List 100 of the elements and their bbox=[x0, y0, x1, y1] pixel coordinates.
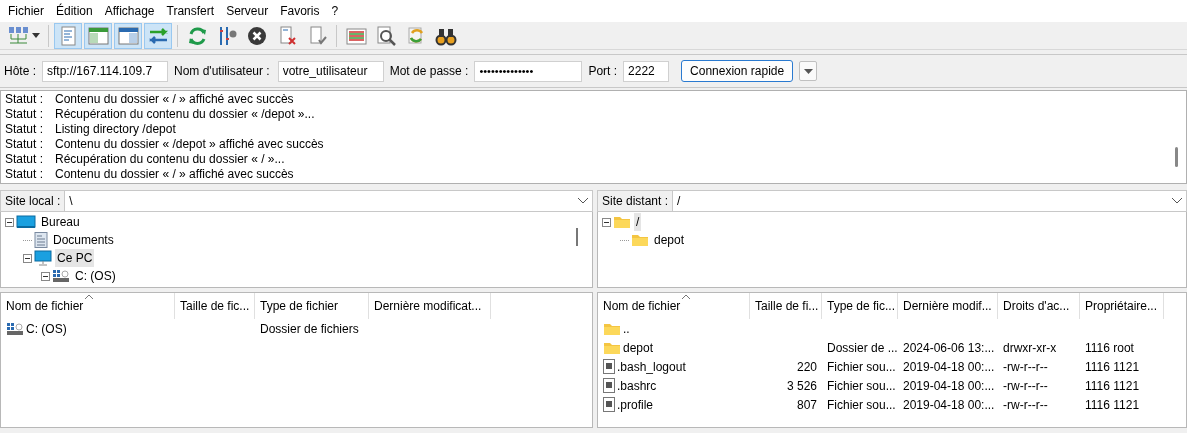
table-cell-text: 3 526 bbox=[786, 377, 817, 395]
menu-item[interactable]: Transfert bbox=[160, 2, 221, 20]
tree-item[interactable]: Ce PC bbox=[55, 249, 95, 267]
menu-item[interactable]: Affichage bbox=[98, 2, 161, 20]
table-cell-text: -rw-r--r-- bbox=[1003, 377, 1048, 395]
log-message: Contenu du dossier « / » affiché avec succès bbox=[55, 92, 294, 107]
chevron-icon bbox=[578, 198, 588, 204]
log-label: Statut : bbox=[5, 107, 45, 122]
table-cell-text: 2024-06-06 13:... bbox=[903, 339, 995, 357]
table-cell-text: 2019-04-18 00:... bbox=[903, 358, 995, 376]
file-name[interactable]: .bash_logout bbox=[617, 357, 686, 376]
folder-icon bbox=[631, 233, 649, 247]
field-label: Mot de passe : bbox=[389, 63, 469, 80]
field-label: Hôte : bbox=[4, 63, 36, 80]
remote-tree-icon bbox=[117, 24, 139, 47]
file-name[interactable]: C: (OS) bbox=[26, 319, 67, 338]
scrollbar-thumb bbox=[576, 228, 578, 246]
column-header[interactable]: Nom de fichier bbox=[598, 293, 750, 319]
site-label: Site distant : bbox=[598, 191, 674, 211]
input-field[interactable]: 2222 bbox=[623, 60, 670, 82]
toolbar-button[interactable] bbox=[114, 22, 142, 49]
table-cell-text: 2019-04-18 00:... bbox=[903, 396, 995, 414]
menu-item[interactable]: ? bbox=[325, 2, 345, 20]
column-header[interactable]: Taille de fic... bbox=[175, 293, 255, 319]
column-header[interactable]: Dernière modificat... bbox=[369, 293, 491, 319]
log-label: Statut : bbox=[5, 122, 45, 137]
folder-icon bbox=[603, 321, 621, 336]
table-cell-text: Fichier sou... bbox=[827, 396, 896, 414]
table-cell-text: 1116 1121 bbox=[1085, 358, 1140, 376]
tree-item[interactable]: Documents bbox=[51, 231, 116, 249]
table-cell-text: Dossier de ... bbox=[827, 339, 898, 357]
table-cell-text: Dossier de fichiers bbox=[260, 320, 359, 338]
path-text: / bbox=[677, 193, 681, 210]
file-name[interactable]: .profile bbox=[617, 395, 654, 414]
column-header[interactable]: Type de fic... bbox=[822, 293, 898, 319]
dropdown-button[interactable] bbox=[799, 61, 818, 81]
local-tree-icon bbox=[87, 24, 109, 47]
menu-item[interactable]: Favoris bbox=[274, 2, 326, 20]
log-label: Statut : bbox=[5, 137, 45, 152]
table-cell-text: -rw-r--r-- bbox=[1003, 358, 1048, 376]
tree-item[interactable]: Bureau bbox=[39, 213, 82, 231]
tree-item[interactable]: depot bbox=[652, 231, 687, 249]
file-name[interactable]: .. bbox=[623, 319, 630, 338]
path-combobox[interactable]: / bbox=[673, 191, 1186, 211]
cancel-icon bbox=[246, 24, 268, 47]
path-combobox[interactable]: \ bbox=[65, 191, 592, 211]
quickconnect-button[interactable]: Connexion rapide bbox=[681, 60, 794, 82]
caret-icon bbox=[32, 33, 40, 38]
column-header[interactable]: Propriétaire... bbox=[1080, 293, 1164, 319]
log-message: Récupération du contenu du dossier « /depot »... bbox=[55, 107, 315, 122]
log-label: Statut : bbox=[5, 167, 45, 182]
tree-item[interactable]: C: (OS) bbox=[73, 267, 118, 285]
monitor-icon bbox=[34, 250, 52, 266]
toolbar-button[interactable] bbox=[144, 22, 172, 49]
table-cell-text: -rw-r--r-- bbox=[1003, 396, 1048, 414]
log-message: Listing directory /depot bbox=[55, 122, 176, 137]
drive-icon bbox=[6, 321, 24, 336]
sort-icon bbox=[85, 294, 93, 299]
input-field[interactable]: votre_utilisateur bbox=[277, 60, 384, 82]
drive-icon bbox=[52, 269, 70, 283]
table-cell-text: Fichier sou... bbox=[827, 358, 896, 376]
sort-icon bbox=[682, 294, 690, 299]
file-icon bbox=[603, 397, 615, 412]
menu-item[interactable]: Fichier bbox=[2, 2, 50, 20]
site-label: Site local : bbox=[1, 191, 66, 211]
folder-icon bbox=[603, 340, 621, 355]
folder-icon bbox=[613, 215, 631, 229]
column-header[interactable]: Dernière modif... bbox=[898, 293, 998, 319]
column-header[interactable]: Taille de fi... bbox=[750, 293, 822, 319]
input-field[interactable]: sftp://167.114.109.7 bbox=[42, 60, 168, 82]
column-header[interactable]: Nom de fichier bbox=[1, 293, 175, 319]
tree-item[interactable]: / bbox=[634, 213, 642, 231]
log-message: Contenu du dossier « /depot » affiché avec succès bbox=[55, 137, 324, 152]
file-name[interactable]: .bashrc bbox=[617, 376, 657, 395]
table-cell-text: 1116 1121 bbox=[1085, 396, 1140, 414]
path-text: \ bbox=[69, 193, 73, 210]
document-icon bbox=[34, 232, 48, 248]
caret-icon bbox=[803, 68, 813, 74]
chevron-icon bbox=[1172, 198, 1182, 204]
column-header[interactable]: Type de fichier bbox=[255, 293, 369, 319]
site-manager-icon bbox=[7, 24, 29, 47]
file-name[interactable]: depot bbox=[623, 338, 654, 357]
column-header[interactable]: Droits d'ac... bbox=[998, 293, 1080, 319]
log-label: Statut : bbox=[5, 152, 45, 167]
file-icon bbox=[603, 359, 615, 374]
scrollbar-thumb bbox=[1175, 147, 1178, 167]
file-icon bbox=[603, 378, 615, 393]
menu-item[interactable]: Édition bbox=[50, 2, 99, 20]
table-cell-text: 2019-04-18 00:... bbox=[903, 377, 995, 395]
menu-item[interactable]: Serveur bbox=[220, 2, 275, 20]
table-cell-text: drwxr-xr-x bbox=[1003, 339, 1057, 357]
log-message: Récupération du contenu du dossier « / »... bbox=[55, 152, 285, 167]
field-label: Port : bbox=[588, 63, 618, 80]
field-label: Nom d'utilisateur : bbox=[174, 63, 270, 80]
password-field[interactable]: •••••••••••••• bbox=[474, 60, 583, 82]
table-cell-text: 1116 root bbox=[1085, 339, 1134, 357]
table-cell-text: Fichier sou... bbox=[827, 377, 896, 395]
table-cell-text: 1116 1121 bbox=[1085, 377, 1140, 395]
table-cell-text: 220 bbox=[796, 358, 817, 376]
log-label: Statut : bbox=[5, 92, 45, 107]
